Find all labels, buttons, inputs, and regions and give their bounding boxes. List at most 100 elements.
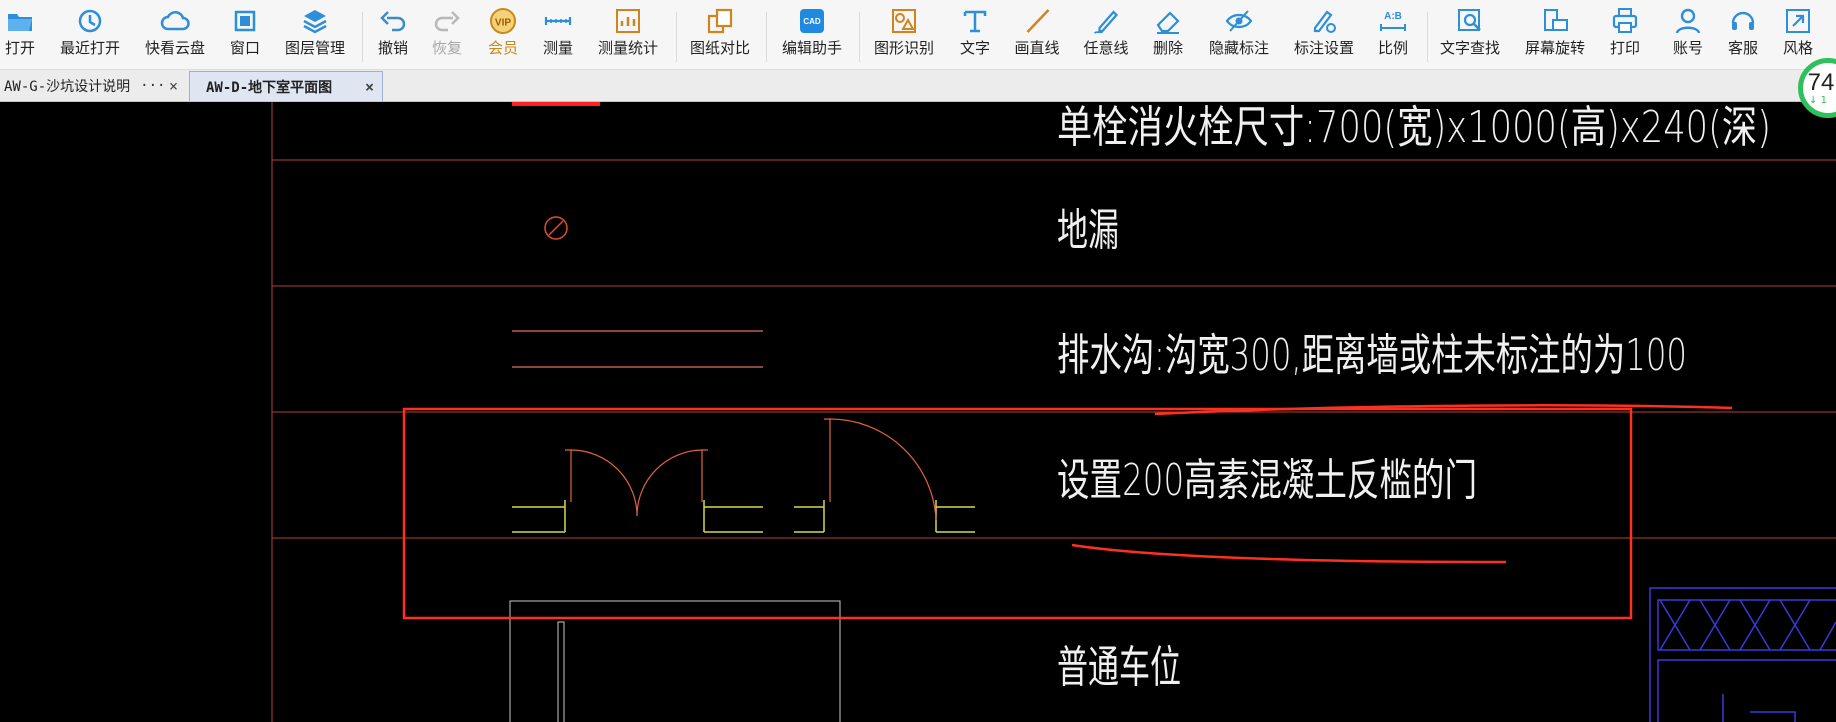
close-icon[interactable]: × bbox=[169, 77, 178, 95]
toolbar-label: 风格 bbox=[1782, 39, 1814, 57]
recent-history-icon bbox=[78, 9, 102, 33]
toolbar-label: 测量统计 bbox=[597, 39, 659, 57]
eraser-icon bbox=[1156, 11, 1180, 34]
account-user-icon bbox=[1675, 8, 1701, 34]
toolbar-separator bbox=[859, 12, 860, 62]
toolbar-button-screen-rotate[interactable]: 屏幕旋转 bbox=[1525, 6, 1585, 68]
legend-text-door-threshold: 设置200高素混凝土反槛的门 bbox=[1057, 455, 1477, 506]
toolbar-button-window[interactable]: 窗口 bbox=[230, 6, 260, 68]
toolbar-button-redo[interactable]: 恢复 bbox=[432, 6, 462, 68]
toolbar-label: 客服 bbox=[1727, 39, 1759, 57]
toolbar-label: 图层管理 bbox=[284, 39, 346, 57]
toolbar-button-hide-annotations[interactable]: 隐藏标注 bbox=[1209, 6, 1269, 68]
toolbar-separator bbox=[1427, 12, 1428, 62]
toolbar-label: 图纸对比 bbox=[689, 39, 751, 57]
toolbar-label: 图形识别 bbox=[873, 39, 935, 57]
toolbar-label: 隐藏标注 bbox=[1208, 39, 1270, 57]
toolbar-label: 屏幕旋转 bbox=[1524, 39, 1586, 57]
toolbar-label: 任意线 bbox=[1083, 39, 1129, 57]
toolbar-label: 恢复 bbox=[431, 39, 463, 57]
toolbar-separator bbox=[676, 12, 677, 62]
toolbar-label: 打开 bbox=[4, 39, 36, 57]
toolbar-label: 账号 bbox=[1672, 39, 1704, 57]
ruler-icon bbox=[544, 17, 572, 25]
toolbar-button-annotation-settings[interactable]: 标注设置 bbox=[1294, 6, 1354, 68]
toolbar-button-print[interactable]: 打印 bbox=[1610, 6, 1640, 68]
toolbar-separator bbox=[766, 12, 767, 62]
toolbar-separator bbox=[362, 12, 363, 62]
tab-sandpit-design-notes[interactable]: AW-G-沙坑设计说明 ··· × bbox=[0, 71, 186, 101]
toolbar-button-text-search[interactable]: 文字查找 bbox=[1440, 6, 1500, 68]
toolbar-button-recent[interactable]: 最近打开 bbox=[60, 6, 120, 68]
toolbar-label: 标注设置 bbox=[1293, 39, 1355, 57]
edit-assistant-icon: CAD bbox=[799, 9, 824, 33]
toolbar-label: 删除 bbox=[1152, 39, 1184, 57]
document-tab-bar: AW-G-沙坑设计说明 ··· × AW-D-地下室平面图 × bbox=[0, 70, 1836, 102]
hide-eye-icon bbox=[1225, 10, 1253, 32]
layers-icon bbox=[303, 10, 327, 34]
scale-icon: A:B bbox=[1379, 11, 1406, 31]
window-icon bbox=[234, 10, 256, 32]
toolbar-label: 最近打开 bbox=[59, 39, 121, 57]
toolbar-button-line[interactable]: 画直线 bbox=[1014, 6, 1060, 68]
main-toolbar: 打开 最近打开 快看云盘 窗口 图层管理 撤销 恢复 VIP 会员 测量 测量统… bbox=[0, 0, 1836, 70]
toolbar-label: 打印 bbox=[1609, 39, 1641, 57]
cad-drawing-canvas[interactable]: 单栓消火栓尺寸:700(宽)x1000(高)x240(深) 地漏 排水沟:沟宽3… bbox=[0, 102, 1836, 722]
toolbar-button-open[interactable]: 打开 bbox=[5, 6, 35, 68]
cad-badge-text: CAD bbox=[803, 17, 821, 26]
tab-basement-plan[interactable]: AW-D-地下室平面图 × bbox=[189, 71, 383, 101]
tab-label: AW-D-地下室平面图 bbox=[206, 79, 333, 96]
legend-text-floor-drain: 地漏 bbox=[1057, 205, 1119, 256]
line-icon bbox=[1026, 9, 1049, 33]
toolbar-button-layers[interactable]: 图层管理 bbox=[285, 6, 345, 68]
toolbar-button-vip[interactable]: VIP 会员 bbox=[488, 6, 518, 68]
gauge-value: 74 bbox=[1807, 68, 1835, 96]
cloud-drive-icon bbox=[160, 11, 190, 31]
close-icon[interactable]: × bbox=[365, 78, 374, 96]
undo-icon bbox=[380, 11, 406, 32]
toolbar-label: 文字 bbox=[959, 39, 991, 57]
toolbar-button-style[interactable]: 风格 bbox=[1783, 6, 1813, 68]
text-icon bbox=[963, 10, 987, 33]
tab-label: AW-G-沙坑设计说明 bbox=[4, 79, 131, 95]
toolbar-button-cloud[interactable]: 快看云盘 bbox=[145, 6, 205, 68]
style-expand-icon bbox=[1785, 9, 1810, 33]
open-folder-icon bbox=[7, 14, 32, 31]
shape-recognition-icon bbox=[891, 9, 916, 33]
toolbar-button-support[interactable]: 客服 bbox=[1728, 6, 1758, 68]
annotation-settings-icon bbox=[1313, 10, 1336, 33]
toolbar-button-shape-recognition[interactable]: 图形识别 bbox=[874, 6, 934, 68]
toolbar-button-freehand[interactable]: 任意线 bbox=[1083, 6, 1129, 68]
redo-icon bbox=[434, 11, 460, 32]
legend-text-hydrant: 单栓消火栓尺寸:700(宽)x1000(高)x240(深) bbox=[1057, 102, 1771, 153]
printer-icon bbox=[1612, 8, 1638, 33]
toolbar-button-compare[interactable]: 图纸对比 bbox=[690, 6, 750, 68]
toolbar-label: 快看云盘 bbox=[144, 39, 206, 57]
vip-badge-icon: VIP bbox=[489, 8, 516, 34]
toolbar-button-scale[interactable]: A:B 比例 bbox=[1378, 6, 1408, 68]
headset-icon bbox=[1731, 11, 1755, 30]
compare-drawings-icon bbox=[707, 8, 733, 34]
toolbar-label: 测量 bbox=[542, 39, 574, 57]
toolbar-button-measure-stats[interactable]: 测量统计 bbox=[598, 6, 658, 68]
text-search-icon bbox=[1457, 9, 1481, 31]
toolbar-label: 会员 bbox=[487, 39, 519, 57]
toolbar-label: 比例 bbox=[1377, 39, 1409, 57]
toolbar-label: 撤销 bbox=[377, 39, 409, 57]
toolbar-button-undo[interactable]: 撤销 bbox=[378, 6, 408, 68]
vip-badge-text: VIP bbox=[495, 18, 511, 29]
legend-text-parking: 普通车位 bbox=[1057, 642, 1181, 693]
toolbar-label: 画直线 bbox=[1014, 39, 1060, 57]
toolbar-button-account[interactable]: 账号 bbox=[1673, 6, 1703, 68]
toolbar-button-measure[interactable]: 测量 bbox=[543, 6, 573, 68]
toolbar-button-text[interactable]: 文字 bbox=[960, 6, 990, 68]
tab-overflow-ellipsis: ··· bbox=[140, 78, 166, 94]
scale-badge-text: A:B bbox=[1384, 11, 1402, 22]
toolbar-label: 文字查找 bbox=[1439, 39, 1501, 57]
freehand-pen-icon bbox=[1093, 10, 1118, 34]
toolbar-label: 窗口 bbox=[229, 39, 261, 57]
gauge-subtext: ↓ 1 bbox=[1809, 94, 1827, 106]
toolbar-button-edit-assistant[interactable]: CAD 编辑助手 bbox=[782, 6, 842, 68]
toolbar-label: 编辑助手 bbox=[781, 39, 843, 57]
toolbar-button-delete[interactable]: 删除 bbox=[1153, 6, 1183, 68]
